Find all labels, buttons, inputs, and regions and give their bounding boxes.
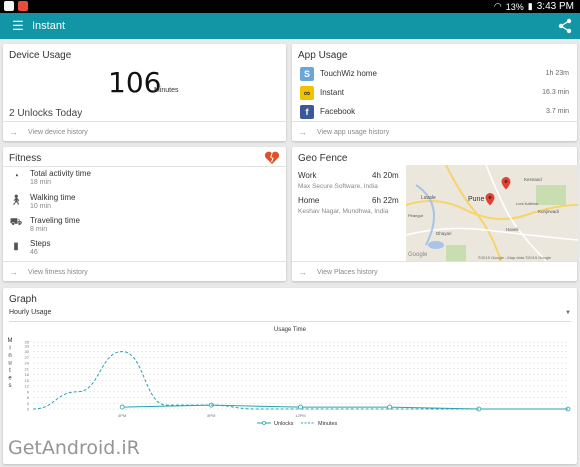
view-device-history-link[interactable]: → View device history xyxy=(9,127,88,137)
y-axis-label-letter: s xyxy=(9,383,12,389)
app-row-facebook[interactable]: f Facebook 3.7 min xyxy=(292,102,577,121)
facebook-icon: f xyxy=(300,104,314,119)
notification-icon xyxy=(4,1,14,11)
y-tick-label: 18 xyxy=(25,372,30,377)
fitness-item-walking: 🚶︎ Walking time 10 min xyxy=(9,193,76,210)
footprint-icon: ▮ xyxy=(13,240,19,252)
view-fitness-history-link[interactable]: → View fitness history xyxy=(9,267,88,277)
y-axis-label-letter: n xyxy=(8,353,11,359)
y-tick-label: 12 xyxy=(25,384,30,389)
device-usage-title: Device Usage xyxy=(9,50,72,61)
data-point-unlocks xyxy=(119,404,125,410)
heart-icon xyxy=(264,151,280,164)
y-axis-label-letter: M xyxy=(8,338,13,344)
menu-icon[interactable]: ☰ xyxy=(6,18,30,34)
y-tick-label: 21 xyxy=(25,366,30,371)
arrow-right-icon: → xyxy=(9,267,18,277)
map-label-pune: Pune xyxy=(468,196,484,203)
activity-icon: ◔ xyxy=(12,170,20,182)
usage-minutes: 106 xyxy=(108,66,162,99)
watermark: GetAndroid.iR xyxy=(8,437,140,459)
app-usage-card: App Usage S TouchWiz home 1h 23m ∞ Insta… xyxy=(292,44,577,141)
map-label-pirangut: Pirangut xyxy=(408,213,424,218)
walking-icon: 🚶︎ xyxy=(9,194,23,206)
chart-title: Usage Time xyxy=(274,327,307,333)
map-google-logo: Google xyxy=(408,252,428,258)
legend-unlocks-marker xyxy=(262,421,266,425)
map-label-loni-kalbhor: Loni Kalbhor xyxy=(516,201,539,206)
arrow-right-icon: → xyxy=(9,127,18,137)
app-usage-title: App Usage xyxy=(298,50,348,61)
map-copyright: ©2015 Google - Map data ©2015 Google xyxy=(478,255,552,260)
geo-fence-map[interactable]: Lavale Pune Kesnand Kunjirwadi Dhayari H… xyxy=(406,165,578,261)
y-axis-label-letter: u xyxy=(8,361,11,367)
y-tick-label: 30 xyxy=(25,349,30,354)
x-tick-label: 4PM xyxy=(118,413,126,418)
geo-fence-card: Geo Fence Work 4h 20m Max Secure Softwar… xyxy=(292,147,578,281)
touchwiz-home-icon: S xyxy=(300,66,314,81)
y-axis-label: Minutes xyxy=(8,338,13,389)
dropdown-arrow-icon: ▼ xyxy=(565,310,571,316)
app-notification-icon xyxy=(18,1,28,11)
app-title: Instant xyxy=(32,20,66,32)
graph-title: Graph xyxy=(9,294,37,305)
view-places-history-link[interactable]: → View Places history xyxy=(298,267,378,277)
clock: 3:43 PM xyxy=(536,1,574,12)
series-line-unlocks xyxy=(122,404,568,410)
status-bar: ◠ 13% ▮ 3:43 PM xyxy=(0,0,580,13)
share-icon[interactable] xyxy=(558,18,572,34)
y-axis-label-letter: t xyxy=(9,368,11,374)
view-app-usage-history-link[interactable]: → View app usage history xyxy=(298,127,389,137)
data-point-unlocks xyxy=(387,404,393,410)
unlocks-today: 2 Unlocks Today xyxy=(9,108,83,119)
y-tick-label: 6 xyxy=(27,395,30,400)
map-label-lavale: Lavale xyxy=(421,195,436,201)
app-bar: ☰ Instant xyxy=(0,13,580,39)
wifi-icon: ◠ xyxy=(493,1,502,11)
device-usage-card: Device Usage 106 Minutes 2 Unlocks Today… xyxy=(3,44,286,141)
geo-fence-title: Geo Fence xyxy=(298,153,348,164)
y-tick-label: 35 xyxy=(25,340,30,345)
fitness-item-total-activity: ◔ Total activity time 18 min xyxy=(3,168,286,190)
app-row-touchwiz[interactable]: S TouchWiz home 1h 23m xyxy=(292,64,577,83)
arrow-right-icon: → xyxy=(298,267,307,277)
app-row-instant[interactable]: ∞ Instant 16.3 min xyxy=(292,83,577,102)
fitness-title: Fitness xyxy=(9,153,42,164)
legend-unlocks-label: Unlocks xyxy=(274,421,294,427)
y-axis-label-letter: e xyxy=(8,376,12,382)
fitness-item-steps: ▮ Steps 46 xyxy=(3,238,286,260)
arrow-right-icon: → xyxy=(298,127,307,137)
y-tick-label: 24 xyxy=(25,361,30,366)
map-label-dhayari: Dhayari xyxy=(436,231,452,236)
legend-minutes-label: Minutes xyxy=(318,421,338,427)
car-icon: ⛟ xyxy=(9,216,23,228)
y-axis-label-letter: i xyxy=(9,346,10,352)
y-tick-label: 9 xyxy=(27,389,30,394)
y-tick-label: 0 xyxy=(27,407,30,412)
fitness-item-traveling: ⛟ Traveling time 8 min xyxy=(9,216,80,233)
instant-app-icon: ∞ xyxy=(300,85,314,100)
map-label-haveli: Haveli xyxy=(506,227,519,232)
graph-type-dropdown[interactable]: Hourly Usage ▼ xyxy=(9,309,571,322)
data-point-unlocks xyxy=(298,404,303,410)
fitness-card: Fitness ◔ Total activity time 18 min 🚶︎ … xyxy=(3,147,286,281)
map-label-kunjirwadi: Kunjirwadi xyxy=(538,209,559,214)
y-tick-label: 3 xyxy=(27,401,30,406)
y-tick-label: 27 xyxy=(25,355,30,360)
chart-legend: Unlocks Minutes xyxy=(257,421,338,427)
battery-icon: ▮ xyxy=(527,1,533,11)
x-tick-label: 8PM xyxy=(207,413,215,418)
x-tick-label: 12PM xyxy=(295,413,305,418)
map-label-kesnand: Kesnand xyxy=(524,177,542,182)
y-tick-label: 15 xyxy=(25,378,30,383)
battery-level: 13% xyxy=(505,1,524,12)
usage-minutes-unit: Minutes xyxy=(154,87,179,94)
